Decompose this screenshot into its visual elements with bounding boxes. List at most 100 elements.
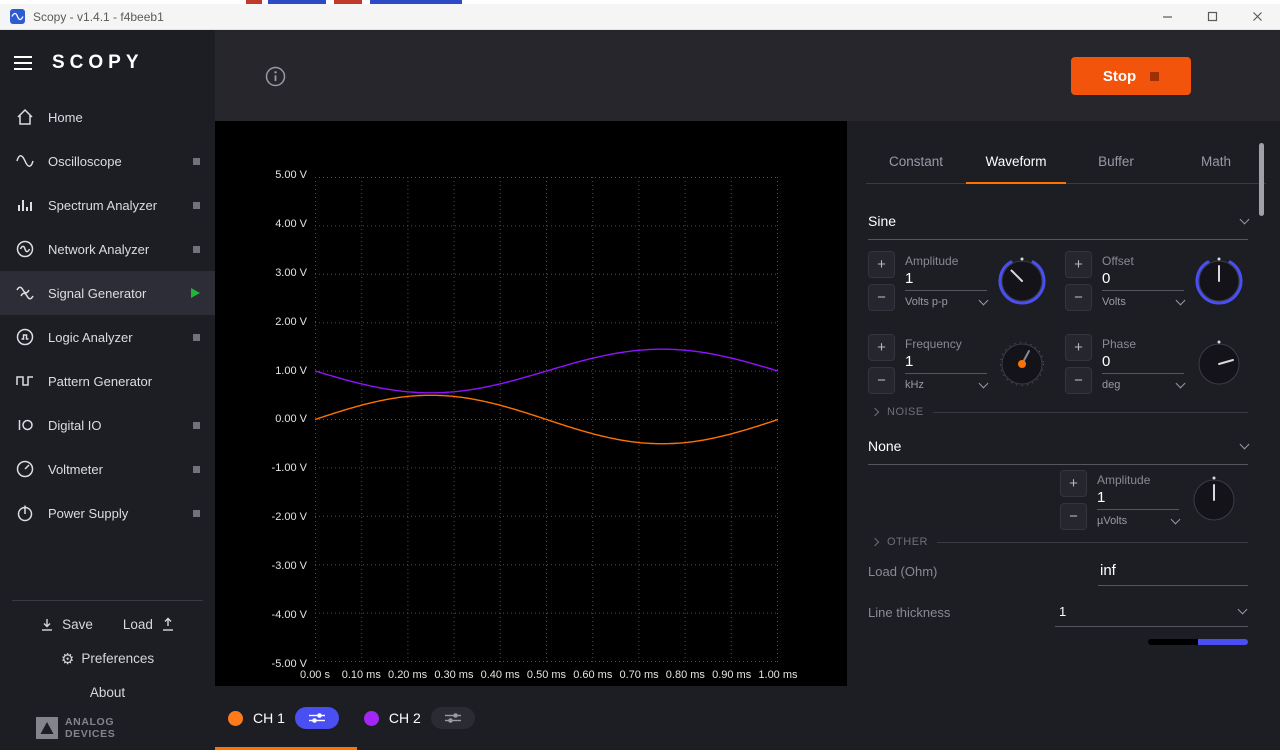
- save-button[interactable]: Save: [39, 617, 93, 633]
- amplitude-unit-select[interactable]: Volts p-p: [905, 296, 987, 308]
- save-icon: [39, 617, 55, 633]
- sidebar-item-voltmeter[interactable]: Voltmeter: [0, 447, 215, 491]
- power-supply-icon: [15, 503, 35, 523]
- app-window: SCOPY Home Oscilloscope Spectrum Analyze…: [0, 30, 1280, 750]
- close-button[interactable]: [1235, 4, 1280, 30]
- frequency-increment-button[interactable]: +: [868, 334, 895, 361]
- sidebar-item-digital-io[interactable]: Digital IO: [0, 403, 215, 447]
- stopped-indicator: [193, 422, 200, 429]
- phase-value[interactable]: 0: [1102, 351, 1184, 374]
- horizontal-scrollbar[interactable]: [1148, 639, 1248, 645]
- amplitude-increment-button[interactable]: +: [868, 251, 895, 278]
- sidebar-item-network-analyzer[interactable]: Network Analyzer: [0, 227, 215, 271]
- offset-value[interactable]: 0: [1102, 268, 1184, 291]
- x-axis-tick: 1.00 ms: [755, 669, 801, 681]
- info-button[interactable]: [265, 66, 286, 92]
- x-axis-tick: 0.90 ms: [709, 669, 755, 681]
- load-label: Load (Ohm): [868, 564, 1098, 586]
- y-axis-tick: -1.00 V: [272, 462, 307, 474]
- y-axis-tick: 1.00 V: [275, 365, 307, 377]
- run-stop-button[interactable]: Stop: [1071, 57, 1191, 95]
- phase-knob[interactable]: [1194, 339, 1244, 389]
- offset-increment-button[interactable]: +: [1065, 251, 1092, 278]
- frequency-decrement-button[interactable]: −: [868, 367, 895, 394]
- sidebar-item-power-supply[interactable]: Power Supply: [0, 491, 215, 535]
- sidebar-item-signal-generator[interactable]: Signal Generator: [0, 271, 215, 315]
- y-axis-tick: -3.00 V: [272, 560, 307, 572]
- logic-analyzer-icon: [15, 327, 35, 347]
- sidebar-item-logic-analyzer[interactable]: Logic Analyzer: [0, 315, 215, 359]
- chevron-down-icon: [979, 295, 989, 305]
- noise-amplitude-value[interactable]: 1: [1097, 487, 1179, 510]
- frequency-knob[interactable]: [997, 339, 1047, 389]
- sidebar-item-oscilloscope[interactable]: Oscilloscope: [0, 139, 215, 183]
- x-axis-tick: 0.10 ms: [338, 669, 384, 681]
- analog-devices-logo: ANALOG DEVICES: [36, 716, 215, 740]
- frequency-unit-select[interactable]: kHz: [905, 379, 987, 391]
- obscured-text-fragment: [268, 0, 326, 4]
- load-input[interactable]: inf: [1098, 562, 1248, 586]
- line-thickness-label: Line thickness: [868, 605, 1055, 627]
- tab-constant[interactable]: Constant: [866, 140, 966, 183]
- chevron-right-icon: [871, 538, 879, 546]
- signal-generator-icon: [15, 283, 35, 303]
- tab-math[interactable]: Math: [1166, 140, 1266, 183]
- amplitude-value[interactable]: 1: [905, 268, 987, 291]
- preferences-button[interactable]: ⚙ Preferences: [0, 650, 215, 668]
- phase-increment-button[interactable]: +: [1065, 334, 1092, 361]
- offset-unit-select[interactable]: Volts: [1102, 296, 1184, 308]
- phase-unit-select[interactable]: deg: [1102, 379, 1184, 391]
- scrollbar-thumb[interactable]: [1198, 639, 1248, 645]
- menu-icon[interactable]: [12, 52, 34, 74]
- chevron-down-icon: [1171, 514, 1181, 524]
- y-axis-tick: 5.00 V: [275, 169, 307, 181]
- other-section-header[interactable]: OTHER: [872, 536, 1248, 548]
- home-icon: [15, 107, 35, 127]
- noise-amplitude-knob[interactable]: [1189, 475, 1239, 525]
- line-thickness-select[interactable]: 1: [1055, 604, 1248, 627]
- noise-amplitude-decrement-button[interactable]: −: [1060, 503, 1087, 530]
- amplitude-decrement-button[interactable]: −: [868, 284, 895, 311]
- channel-bar: CH 1 CH 2: [215, 686, 847, 750]
- noise-amplitude-unit-select[interactable]: µVolts: [1097, 515, 1179, 527]
- ch2-dot: [364, 711, 379, 726]
- frequency-control: + − Frequency 1 kHz: [868, 334, 1047, 394]
- ch2-settings-toggle[interactable]: [431, 707, 475, 729]
- frequency-value[interactable]: 1: [905, 351, 987, 374]
- chevron-down-icon: [1240, 439, 1250, 449]
- stopped-indicator: [193, 158, 200, 165]
- obscured-text-fragment: [334, 0, 362, 4]
- noise-type-select[interactable]: None: [868, 438, 1248, 465]
- offset-knob[interactable]: [1194, 256, 1244, 306]
- tab-waveform[interactable]: Waveform: [966, 140, 1066, 183]
- maximize-button[interactable]: [1190, 4, 1235, 30]
- plot-area: [315, 177, 778, 662]
- channel-2: CH 2: [364, 707, 475, 729]
- panel-scrollbar-thumb[interactable]: [1259, 143, 1264, 216]
- sidebar-item-spectrum-analyzer[interactable]: Spectrum Analyzer: [0, 183, 215, 227]
- tab-buffer[interactable]: Buffer: [1066, 140, 1166, 183]
- gear-icon: ⚙: [61, 650, 74, 668]
- noise-section-header[interactable]: NOISE: [872, 406, 1248, 418]
- offset-label: Offset: [1102, 254, 1184, 268]
- sidebar-item-pattern-generator[interactable]: Pattern Generator: [0, 359, 215, 403]
- y-axis-tick: 4.00 V: [275, 218, 307, 230]
- minimize-button[interactable]: [1145, 4, 1190, 30]
- maximize-icon: [1207, 11, 1218, 22]
- amplitude-label: Amplitude: [905, 254, 987, 268]
- ch1-settings-toggle[interactable]: [295, 707, 339, 729]
- channel-1: CH 1: [228, 707, 339, 729]
- frequency-label: Frequency: [905, 337, 987, 351]
- ch2-label: CH 2: [389, 710, 421, 726]
- app-icon: [10, 9, 25, 24]
- phase-decrement-button[interactable]: −: [1065, 367, 1092, 394]
- network-analyzer-icon: [15, 239, 35, 259]
- amplitude-knob[interactable]: [997, 256, 1047, 306]
- scopy-logo: SCOPY: [52, 52, 144, 74]
- offset-decrement-button[interactable]: −: [1065, 284, 1092, 311]
- waveform-type-select[interactable]: Sine: [868, 213, 1248, 240]
- sidebar-item-home[interactable]: Home: [0, 95, 215, 139]
- load-button[interactable]: Load: [123, 617, 176, 633]
- about-button[interactable]: About: [0, 685, 215, 700]
- noise-amplitude-increment-button[interactable]: +: [1060, 470, 1087, 497]
